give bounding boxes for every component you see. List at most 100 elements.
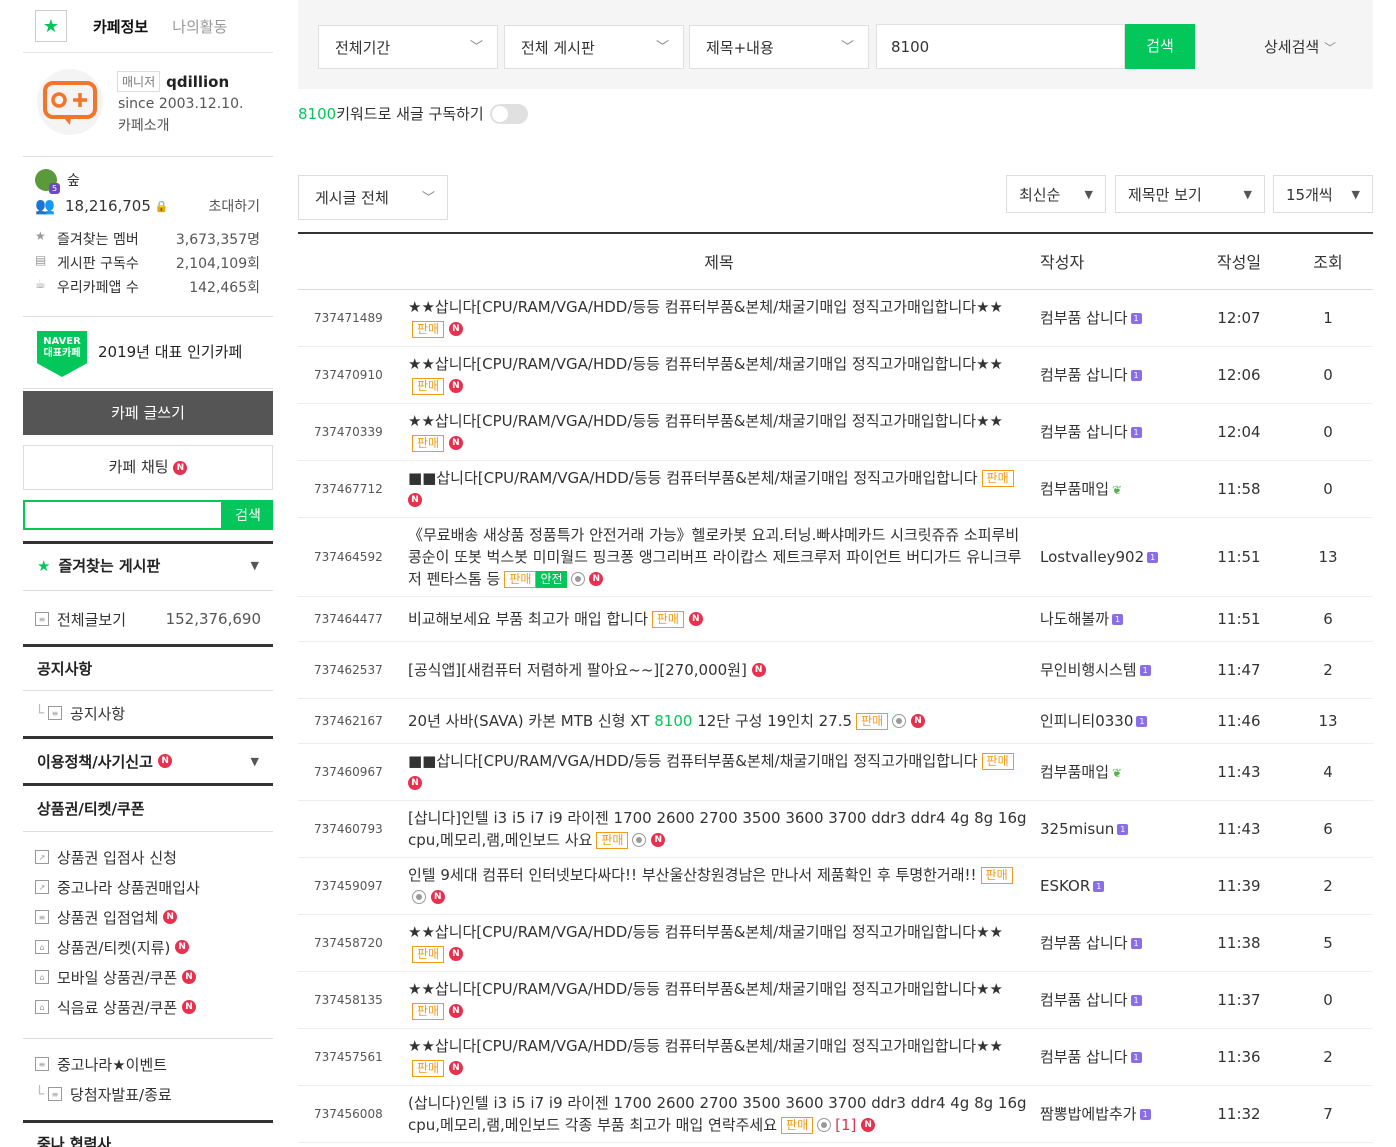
article-author[interactable]: 컴부품 삽니다 1 <box>1030 914 1195 972</box>
cafe-search-button[interactable]: 검색 <box>223 500 273 530</box>
author-name[interactable]: 컴부품 삽니다 <box>1040 991 1128 1009</box>
manager-name[interactable]: qdillion <box>166 73 229 91</box>
article-title-text[interactable]: ■■삽니다[CPU/RAM/VGA/HDD/등등 컴퓨터부품&본체/채굴기매입 … <box>408 469 978 487</box>
article-title[interactable]: ■■삽니다[CPU/RAM/VGA/HDD/등등 컴퓨터부품&본체/채굴기매입 … <box>408 460 1030 518</box>
author-name[interactable]: 짬뽕밥에밥추가 <box>1040 1105 1137 1123</box>
post-type-select[interactable]: 게시글 전체 ﹀ <box>298 175 448 220</box>
article-author[interactable]: 컴부품 삽니다 1 <box>1030 346 1195 404</box>
author-name[interactable]: 325misun <box>1040 820 1114 838</box>
notice-header[interactable]: 공지사항 <box>23 647 273 691</box>
policy-header[interactable]: 이용정책/사기신고 N ▼ <box>23 739 273 783</box>
table-row[interactable]: 737459097 인텔 9세대 컴퓨터 인터넷보다싸다!! 부산울산창원경남은 … <box>298 857 1373 915</box>
article-author[interactable]: 짬뽕밥에밥추가 1 <box>1030 1085 1195 1143</box>
voucher-item[interactable]: ↗ 상품권 입점사 신청 <box>23 842 273 872</box>
scope-select[interactable]: 제목+내용 ﹀ <box>689 25 869 69</box>
article-title[interactable]: 비교해보세요 부품 최고가 매입 합니다 판매 N <box>408 596 1030 642</box>
article-title-text[interactable]: ★★삽니다[CPU/RAM/VGA/HDD/등등 컴퓨터부품&본체/채굴기매입 … <box>408 1037 1003 1055</box>
board-select[interactable]: 전체 게시판 ﹀ <box>504 25 684 69</box>
event-item[interactable]: ≡ 중고나라★이벤트 <box>23 1049 273 1079</box>
tab-my-activity[interactable]: 나의활동 <box>172 16 227 37</box>
article-title-text[interactable]: ★★삽니다[CPU/RAM/VGA/HDD/등등 컴퓨터부품&본체/채굴기매입 … <box>408 412 1003 430</box>
article-author[interactable]: 컴부품 삽니다 1 <box>1030 403 1195 461</box>
comment-count[interactable]: [1] <box>835 1116 856 1134</box>
cafe-search-input[interactable] <box>23 500 223 530</box>
table-row[interactable]: 737458135 ★★삽니다[CPU/RAM/VGA/HDD/등등 컴퓨터부품&… <box>298 971 1373 1029</box>
article-author[interactable]: 컴부품 삽니다 1 <box>1030 289 1195 347</box>
author-name[interactable]: 컴부품 삽니다 <box>1040 934 1128 952</box>
table-row[interactable]: 737470339 ★★삽니다[CPU/RAM/VGA/HDD/등등 컴퓨터부품&… <box>298 403 1373 461</box>
author-name[interactable]: ESKOR <box>1040 877 1090 895</box>
article-title[interactable]: [삽니다]인텔 i3 i5 i7 i9 라이젠 1700 2600 2700 3… <box>408 800 1030 858</box>
article-title[interactable]: ★★삽니다[CPU/RAM/VGA/HDD/등등 컴퓨터부품&본체/채굴기매입 … <box>408 289 1030 347</box>
caret-down-icon[interactable]: ▼ <box>251 755 259 768</box>
article-title[interactable]: ★★삽니다[CPU/RAM/VGA/HDD/등등 컴퓨터부품&본체/채굴기매입 … <box>408 971 1030 1029</box>
voucher-item[interactable]: ≡ 상품권 입점업체 N <box>23 902 273 932</box>
article-title[interactable]: [공식앱][새컴퓨터 저렴하게 팔아요~~][270,000원] N <box>408 641 1030 699</box>
view-select[interactable]: 제목만 보기 ▼ <box>1115 175 1265 213</box>
event-item[interactable]: └ ≡ 당첨자발표/종료 <box>23 1079 273 1109</box>
article-title[interactable]: ★★삽니다[CPU/RAM/VGA/HDD/등등 컴퓨터부품&본체/채굴기매입 … <box>408 1028 1030 1086</box>
keyword-highlight[interactable]: 8100 <box>654 712 692 730</box>
article-title-text[interactable]: 비교해보세요 부품 최고가 매입 합니다 <box>408 610 648 628</box>
article-author[interactable]: 인피니티0330 1 <box>1030 698 1195 744</box>
article-author[interactable]: 나도해볼까 1 <box>1030 596 1195 642</box>
all-posts-item[interactable]: ≡ 전체글보기 152,376,690 <box>23 591 273 647</box>
table-row[interactable]: 737462537 [공식앱][새컴퓨터 저렴하게 팔아요~~][270,000원… <box>298 641 1373 699</box>
article-title-text[interactable]: 《무료배송 새상품 정품특가 안전거래 가능》헬로카봇 요괴.터닝.빠샤메카드 … <box>408 526 1022 588</box>
article-author[interactable]: ESKOR 1 <box>1030 857 1195 915</box>
notice-item[interactable]: └ ≡ 공지사항 <box>23 691 273 735</box>
partner-header[interactable]: 중나 협력사 <box>23 1123 273 1147</box>
table-row[interactable]: 737458720 ★★삽니다[CPU/RAM/VGA/HDD/등등 컴퓨터부품&… <box>298 914 1373 972</box>
voucher-item[interactable]: ⌂ 식음료 상품권/쿠폰 N <box>23 992 273 1022</box>
author-name[interactable]: 인피니티0330 <box>1040 712 1133 730</box>
author-name[interactable]: 컴부품 삽니다 <box>1040 309 1128 327</box>
favorite-star-icon[interactable]: ★ <box>35 10 67 42</box>
author-name[interactable]: 컴부품매입 <box>1040 763 1109 781</box>
article-title-text[interactable]: 12단 구성 19인치 27.5 <box>692 712 852 730</box>
author-name[interactable]: 컴부품 삽니다 <box>1040 366 1128 384</box>
voucher-header[interactable]: 상품권/티켓/쿠폰 <box>23 786 273 832</box>
voucher-item[interactable]: ↗ 중고나라 상품권매입사 <box>23 872 273 902</box>
table-row[interactable]: 737460967 ■■삽니다[CPU/RAM/VGA/HDD/등등 컴퓨터부품&… <box>298 743 1373 801</box>
article-title-text[interactable]: ★★삽니다[CPU/RAM/VGA/HDD/등등 컴퓨터부품&본체/채굴기매입 … <box>408 355 1003 373</box>
article-title-text[interactable]: (삽니다)인텔 i3 i5 i7 i9 라이젠 1700 2600 2700 3… <box>408 1094 1027 1134</box>
article-title[interactable]: ■■삽니다[CPU/RAM/VGA/HDD/등등 컴퓨터부품&본체/채굴기매입 … <box>408 743 1030 801</box>
voucher-item[interactable]: ⌂ 상품권/티켓(지류) N <box>23 932 273 962</box>
advanced-search-button[interactable]: 상세검색 ﹀ <box>1264 36 1336 57</box>
article-title-text[interactable]: ★★삽니다[CPU/RAM/VGA/HDD/등등 컴퓨터부품&본체/채굴기매입 … <box>408 298 1003 316</box>
author-name[interactable]: Lostvalley902 <box>1040 548 1144 566</box>
table-row[interactable]: 737464477 비교해보세요 부품 최고가 매입 합니다 판매 N 나도해볼까 1 1… <box>298 596 1373 642</box>
sort-select[interactable]: 최신순 ▼ <box>1006 175 1106 213</box>
caret-down-icon[interactable]: ▼ <box>251 559 259 572</box>
author-name[interactable]: 컴부품 삽니다 <box>1040 423 1128 441</box>
cafe-chat-button[interactable]: 카페 채팅 N <box>23 445 273 490</box>
cafe-logo[interactable] <box>37 69 103 135</box>
author-name[interactable]: 나도해볼까 <box>1040 610 1109 628</box>
table-row[interactable]: 737460793 [삽니다]인텔 i3 i5 i7 i9 라이젠 1700 26… <box>298 800 1373 858</box>
table-row[interactable]: 737457561 ★★삽니다[CPU/RAM/VGA/HDD/등등 컴퓨터부품&… <box>298 1028 1373 1086</box>
article-title-text[interactable]: ★★삽니다[CPU/RAM/VGA/HDD/등등 컴퓨터부품&본체/채굴기매입 … <box>408 980 1003 998</box>
subscribe-toggle[interactable] <box>489 103 528 124</box>
cafe-intro-link[interactable]: 카페소개 <box>118 115 170 135</box>
article-author[interactable]: 컴부품 삽니다 1 <box>1030 971 1195 1029</box>
author-name[interactable]: 무인비행시스템 <box>1040 661 1137 679</box>
article-author[interactable]: 325misun 1 <box>1030 800 1195 858</box>
article-title-text[interactable]: [공식앱][새컴퓨터 저렴하게 팔아요~~][270,000원] <box>408 661 747 679</box>
table-row[interactable]: 737470910 ★★삽니다[CPU/RAM/VGA/HDD/등등 컴퓨터부품&… <box>298 346 1373 404</box>
article-author[interactable]: 컴부품매입 ❦ <box>1030 460 1195 518</box>
table-row[interactable]: 737462167 20년 사바(SAVA) 카본 MTB 신형 XT 8100 … <box>298 698 1373 744</box>
article-author[interactable]: Lostvalley902 1 <box>1030 517 1195 597</box>
keyword-input[interactable]: 8100 <box>876 24 1125 69</box>
table-row[interactable]: 737464592 《무료배송 새상품 정품특가 안전거래 가능》헬로카봇 요괴.… <box>298 517 1373 597</box>
fav-boards-header[interactable]: ★ 즐겨찾는 게시판 ▼ <box>23 541 273 587</box>
article-title[interactable]: ★★삽니다[CPU/RAM/VGA/HDD/등등 컴퓨터부품&본체/채굴기매입 … <box>408 914 1030 972</box>
article-title-text[interactable]: ■■삽니다[CPU/RAM/VGA/HDD/등등 컴퓨터부품&본체/채굴기매입 … <box>408 752 978 770</box>
author-name[interactable]: 컴부품 삽니다 <box>1040 1048 1128 1066</box>
article-title[interactable]: 《무료배송 새상품 정품특가 안전거래 가능》헬로카봇 요괴.터닝.빠샤메카드 … <box>408 517 1030 597</box>
tab-cafe-info[interactable]: 카페정보 <box>93 16 148 37</box>
search-button[interactable]: 검색 <box>1125 24 1195 69</box>
article-title-text[interactable]: ★★삽니다[CPU/RAM/VGA/HDD/등등 컴퓨터부품&본체/채굴기매입 … <box>408 923 1003 941</box>
table-row[interactable]: 737456008 (삽니다)인텔 i3 i5 i7 i9 라이젠 1700 26… <box>298 1085 1373 1143</box>
period-select[interactable]: 전체기간 ﹀ <box>318 25 498 69</box>
article-title-text[interactable]: 20년 사바(SAVA) 카본 MTB 신형 XT <box>408 712 654 730</box>
